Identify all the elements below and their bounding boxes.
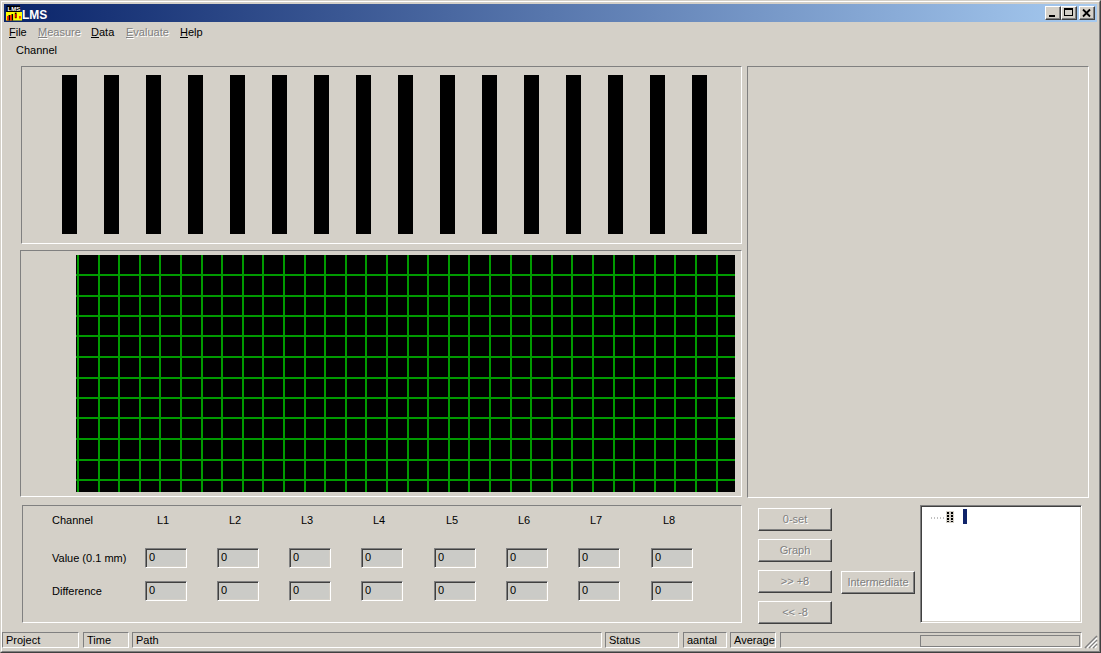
svg-text:LMS: LMS: [8, 6, 21, 12]
